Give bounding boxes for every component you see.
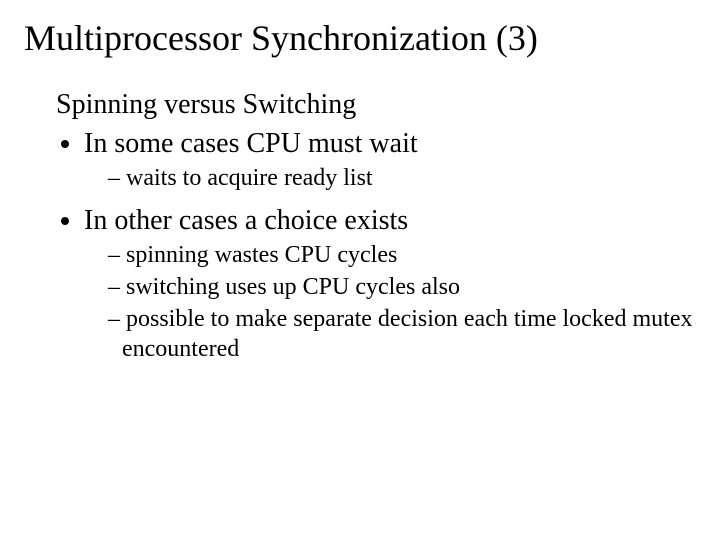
sub-bullet-item: spinning wastes CPU cycles (108, 240, 696, 270)
slide: Multiprocessor Synchronization (3) Spinn… (0, 0, 720, 540)
slide-title: Multiprocessor Synchronization (3) (24, 18, 696, 59)
sub-bullet-item: switching uses up CPU cycles also (108, 272, 696, 302)
bullet-text: In other cases a choice exists (84, 205, 408, 236)
sub-bullet-item: waits to acquire ready list (108, 163, 696, 193)
bullet-item: In some cases CPU must wait waits to acq… (84, 126, 696, 193)
sub-bullet-item: possible to make separate decision each … (108, 304, 696, 364)
bullet-item: In other cases a choice exists spinning … (84, 203, 696, 364)
bullet-list: In some cases CPU must wait waits to acq… (56, 126, 696, 364)
sub-bullet-list: waits to acquire ready list (84, 163, 696, 193)
sub-bullet-list: spinning wastes CPU cycles switching use… (84, 240, 696, 364)
intro-line: Spinning versus Switching (56, 87, 696, 122)
slide-body: Spinning versus Switching In some cases … (56, 87, 696, 364)
bullet-text: In some cases CPU must wait (84, 128, 418, 159)
